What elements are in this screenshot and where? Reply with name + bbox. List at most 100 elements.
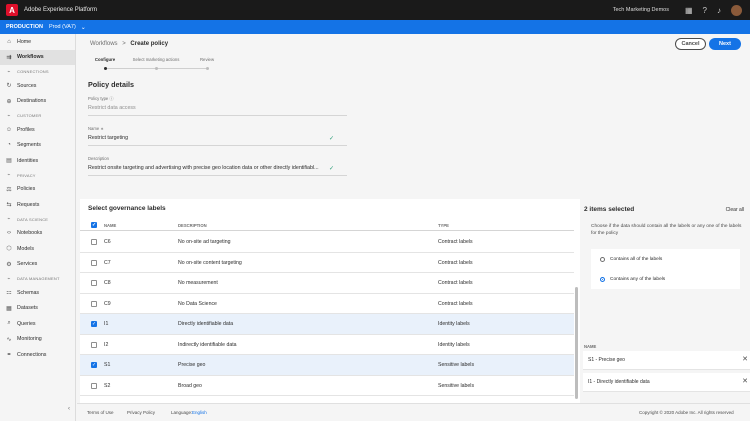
label-name-cell: C6 xyxy=(104,239,111,245)
selected-item: S1 - Precise geo ✕ xyxy=(583,351,750,370)
sidebar-item-label: Profiles xyxy=(17,126,35,133)
avatar[interactable] xyxy=(731,4,742,16)
top-bar-actions: Tech Marketing Demos ▦ ? ♪ xyxy=(613,0,742,20)
sidebar-item-connections[interactable]: ⚭ Connections xyxy=(0,347,75,363)
radio-contains-all[interactable]: Contains all of the labels xyxy=(600,254,662,264)
sidebar-item-schemas[interactable]: ⚏ Schemas xyxy=(0,285,75,301)
label-name-cell: C7 xyxy=(104,259,111,266)
column-header-name[interactable]: NAME xyxy=(104,223,116,228)
radio-contains-any[interactable]: Contains any of the labels xyxy=(600,274,665,284)
label-description-cell: Precise geo xyxy=(178,362,206,368)
sidebar-item-queries[interactable]: ⌕ Queries xyxy=(0,316,75,332)
section-icon: ⌁ xyxy=(7,112,11,119)
next-button[interactable]: Next xyxy=(709,38,741,50)
step-configure: Configure xyxy=(94,57,116,62)
label-name-cell: I2 xyxy=(104,341,109,348)
sidebar-section-label: CONNECTIONS xyxy=(17,69,49,74)
sidebar-item-requests[interactable]: ⇆ Requests xyxy=(0,197,75,213)
label-type-cell: Contract labels xyxy=(438,239,473,245)
sidebar-item-profiles[interactable]: ☺ Profiles xyxy=(0,122,75,138)
row-checkbox[interactable] xyxy=(91,259,97,266)
notifications-bell-icon[interactable]: ♪ xyxy=(717,6,721,15)
sandbox-selector[interactable]: Prod (VA7) xyxy=(49,24,76,30)
row-checkbox[interactable]: ✓ xyxy=(91,321,97,327)
sidebar-item-segments[interactable]: ◔ Segments xyxy=(0,138,75,154)
table-header: ✓ NAME DESCRIPTION TYPE xyxy=(80,219,574,231)
notebooks-icon: ‹› xyxy=(7,230,11,237)
chevron-down-icon[interactable]: ⌄ xyxy=(81,24,86,31)
label-type-cell: Contract labels xyxy=(438,300,473,307)
table-row[interactable]: ✓ S1 Precise geo Sensitive labels xyxy=(80,355,574,376)
sidebar-item-notebooks[interactable]: ‹› Notebooks xyxy=(0,226,75,242)
models-icon: ⬡ xyxy=(6,246,12,253)
row-checkbox[interactable] xyxy=(91,341,97,348)
table-row[interactable]: C6 No on-site ad targeting Contract labels xyxy=(80,232,574,253)
sidebar-item-destinations[interactable]: ⊕ Destinations xyxy=(0,94,75,110)
org-name[interactable]: Tech Marketing Demos xyxy=(613,7,669,13)
help-icon[interactable]: ? xyxy=(703,6,707,15)
language-selector[interactable]: English xyxy=(192,410,207,415)
column-header-description[interactable]: DESCRIPTION xyxy=(178,223,207,228)
sidebar-item-services[interactable]: ⚙ Services xyxy=(0,257,75,273)
sidebar-item-label: Schemas xyxy=(17,289,40,296)
sidebar-item-workflows[interactable]: ⇉ Workflows xyxy=(0,49,75,65)
sidebar-item-policies[interactable]: ⚖ Policies xyxy=(0,182,75,198)
schemas-icon: ⚏ xyxy=(6,290,12,297)
table-row[interactable]: C8 No measurement Contract labels xyxy=(80,273,574,294)
sidebar: ⌂ Home ⇉ Workflows ⌁ CONNECTIONS ↻ Sources ⊕ Dest… xyxy=(0,34,76,421)
sources-icon: ↻ xyxy=(6,83,12,90)
step-select-marketing-actions: Select marketing actions xyxy=(132,57,180,62)
breadcrumb-workflows[interactable]: Workflows xyxy=(90,41,118,47)
sidebar-item-home[interactable]: ⌂ Home xyxy=(0,34,75,50)
divider xyxy=(88,175,347,176)
terms-link[interactable]: Terms of Use xyxy=(87,410,114,415)
table-row[interactable]: C9 No Data Science Contract labels xyxy=(80,294,574,314)
row-checkbox[interactable] xyxy=(91,239,97,245)
requests-icon: ⇆ xyxy=(6,202,12,209)
selected-count-title: 2 items selected xyxy=(584,206,635,213)
radio-checked-icon xyxy=(600,276,605,282)
sidebar-item-identities[interactable]: ▤ Identities xyxy=(0,153,75,169)
sidebar-item-label: Requests xyxy=(17,201,40,208)
label-type-cell: Contract labels xyxy=(438,259,473,266)
label-description-cell: No Data Science xyxy=(178,300,217,307)
row-checkbox[interactable] xyxy=(91,300,97,307)
row-checkbox[interactable]: ✓ xyxy=(91,362,97,368)
clear-all-link[interactable]: Clear all xyxy=(726,207,744,213)
label-description-cell: Indirectly identifiable data xyxy=(178,341,237,348)
remove-close-icon[interactable]: ✕ xyxy=(742,377,748,385)
selection-description: Choose if the data should contain all th… xyxy=(591,224,742,236)
collapse-sidebar-icon[interactable]: ‹ xyxy=(68,406,70,412)
table-row[interactable]: S2 Broad geo Sensitive labels xyxy=(80,376,574,396)
apps-grid-icon[interactable]: ▦ xyxy=(685,6,693,15)
table-scrollbar[interactable] xyxy=(575,287,578,399)
label-description-cell: No on-site content targeting xyxy=(178,259,242,266)
sidebar-item-models[interactable]: ⬡ Models xyxy=(0,241,75,257)
table-row[interactable]: C7 No on-site content targeting Contract l… xyxy=(80,253,574,273)
table-row[interactable]: I2 Indirectly identifiable data Identity l… xyxy=(80,335,574,355)
description-field[interactable]: Restrict onsite targeting and advertisin… xyxy=(88,165,346,175)
adobe-logo-icon[interactable]: A xyxy=(6,4,18,16)
selected-items-panel: 2 items selected Clear all Choose if the… xyxy=(582,199,750,403)
selected-item-label: I1 - Directly identifiable data xyxy=(588,379,650,385)
row-checkbox[interactable] xyxy=(91,280,97,286)
sidebar-item-label: Policies xyxy=(17,186,36,193)
remove-close-icon[interactable]: ✕ xyxy=(742,355,748,363)
privacy-link[interactable]: Privacy Policy xyxy=(127,410,155,415)
radio-label-any: Contains any of the labels xyxy=(610,276,666,282)
description-label: Description xyxy=(88,156,109,161)
column-header-type[interactable]: TYPE xyxy=(438,223,449,228)
name-field[interactable]: Restrict targeting ✓ xyxy=(88,135,346,145)
section-icon: ⌁ xyxy=(7,172,11,178)
select-all-checkbox[interactable]: ✓ xyxy=(91,222,97,228)
sidebar-item-label: Connections xyxy=(17,351,47,358)
sidebar-item-sources[interactable]: ↻ Sources xyxy=(0,78,75,94)
sidebar-item-monitoring[interactable]: ∿ Monitoring xyxy=(0,332,75,348)
row-checkbox[interactable] xyxy=(91,382,97,389)
sidebar-section-label: DATA MANAGEMENT xyxy=(17,276,60,281)
cancel-button[interactable]: Cancel xyxy=(675,38,706,50)
label-description-cell: Broad geo xyxy=(178,382,202,389)
sidebar-item-datasets[interactable]: ▦ Datasets xyxy=(0,301,75,317)
breadcrumb-separator: > xyxy=(122,41,126,47)
table-row[interactable]: ✓ I1 Directly identifiable data Identity la… xyxy=(80,314,574,335)
